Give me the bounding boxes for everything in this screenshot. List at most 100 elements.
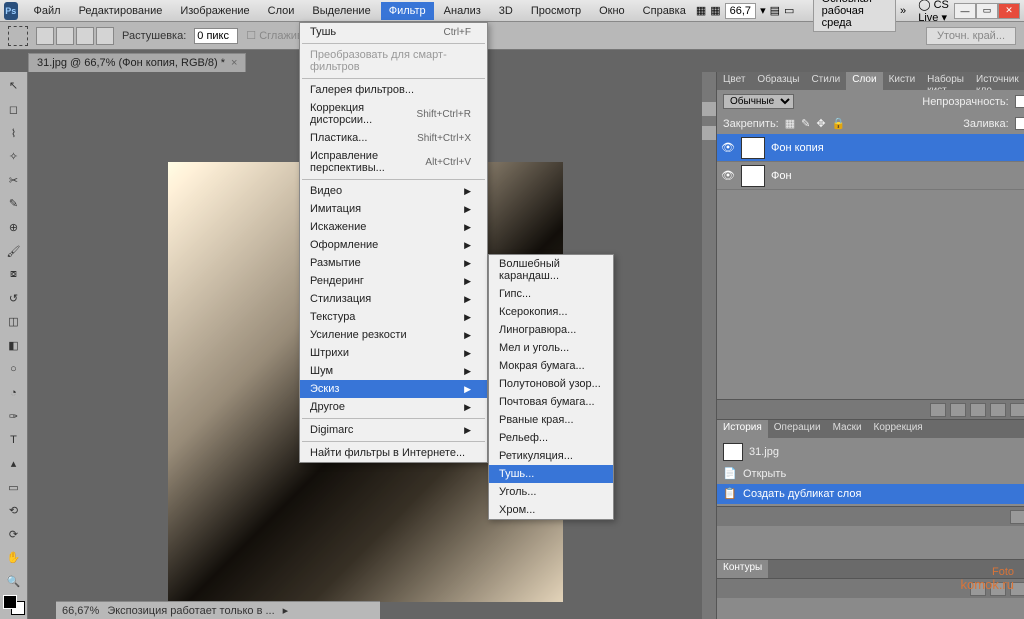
filter-group-blur[interactable]: Размытие▶	[300, 254, 487, 272]
document-tab[interactable]: 31.jpg @ 66,7% (Фон копия, RGB/8) * ×	[28, 53, 246, 72]
3d-camera-icon[interactable]: ⟳	[3, 525, 25, 545]
layer-fx-icon[interactable]	[950, 403, 966, 417]
filter-liquify[interactable]: Пластика...Shift+Ctrl+X	[300, 129, 487, 147]
filter-gallery[interactable]: Галерея фильтров...	[300, 81, 487, 99]
tab-brushes[interactable]: Кисти	[883, 72, 922, 90]
color-swatches[interactable]	[3, 595, 25, 615]
path-select-icon[interactable]: ▴	[3, 454, 25, 474]
sketch-item[interactable]: Гипс...	[489, 285, 613, 303]
layer-row[interactable]: 👁 Фон 🔒	[717, 162, 1024, 190]
zoom-field[interactable]: 66,7	[725, 3, 756, 19]
layer-row[interactable]: 👁 Фон копия	[717, 134, 1024, 162]
lock-all-icon[interactable]: 🔒	[832, 117, 846, 130]
fill-input[interactable]	[1015, 117, 1024, 130]
cslive-button[interactable]: ◯ CS Live ▾	[918, 0, 950, 24]
close-button[interactable]: ✕	[998, 3, 1020, 19]
tab-styles[interactable]: Стили	[805, 72, 846, 90]
tab-history[interactable]: История	[717, 420, 768, 438]
new-doc-from-state-icon[interactable]	[1010, 510, 1024, 524]
menu-layers[interactable]: Слои	[260, 2, 303, 20]
lock-transparent-icon[interactable]: ▦	[785, 117, 795, 130]
filter-convert-smart[interactable]: Преобразовать для смарт-фильтров	[300, 46, 487, 76]
menu-edit[interactable]: Редактирование	[71, 2, 171, 20]
collapsed-panel-icon[interactable]	[702, 126, 716, 140]
screen-mode-icon[interactable]: ▭	[784, 4, 794, 17]
sketch-item-ink[interactable]: Тушь...	[489, 465, 613, 483]
menu-file[interactable]: Файл	[26, 2, 69, 20]
type-tool-icon[interactable]: T	[3, 430, 25, 450]
selection-add-icon[interactable]	[56, 27, 74, 45]
blend-mode-select[interactable]: Обычные	[723, 94, 794, 109]
menu-help[interactable]: Справка	[635, 2, 694, 20]
workspace-switcher[interactable]: Основная рабочая среда	[813, 0, 896, 32]
gradient-tool-icon[interactable]: ◧	[3, 336, 25, 356]
sketch-item[interactable]: Волшебный карандаш...	[489, 255, 613, 285]
filter-group-pixelate[interactable]: Оформление▶	[300, 236, 487, 254]
tab-masks[interactable]: Маски	[827, 420, 868, 438]
filter-group-video[interactable]: Видео▶	[300, 182, 487, 200]
quick-select-tool-icon[interactable]: ✧	[3, 147, 25, 167]
sketch-item[interactable]: Почтовая бумага...	[489, 393, 613, 411]
history-brush-icon[interactable]: ↺	[3, 288, 25, 308]
status-info[interactable]: Экспозиция работает только в ...	[107, 605, 274, 617]
filter-group-brushstrokes[interactable]: Штрихи▶	[300, 344, 487, 362]
brush-tool-icon[interactable]: 🖌	[3, 241, 25, 261]
menu-window[interactable]: Окно	[591, 2, 633, 20]
sketch-item[interactable]: Мокрая бумага...	[489, 357, 613, 375]
selection-subtract-icon[interactable]	[76, 27, 94, 45]
tab-swatches[interactable]: Образцы	[751, 72, 805, 90]
menu-3d[interactable]: 3D	[491, 2, 521, 20]
adjustment-layer-icon[interactable]	[990, 403, 1006, 417]
workspace-more-icon[interactable]: »	[900, 5, 906, 17]
visibility-icon[interactable]: 👁	[721, 141, 735, 155]
feather-input[interactable]	[194, 28, 238, 44]
tab-adjustments[interactable]: Коррекция	[868, 420, 929, 438]
sketch-item[interactable]: Рельеф...	[489, 429, 613, 447]
refine-edge-button[interactable]: Уточн. край...	[926, 27, 1016, 45]
new-group-icon[interactable]	[1010, 403, 1024, 417]
sketch-item[interactable]: Полутоновой узор...	[489, 375, 613, 393]
opacity-input[interactable]	[1015, 95, 1024, 108]
lock-pixels-icon[interactable]: ✎	[801, 117, 810, 130]
3d-tool-icon[interactable]: ⟲	[3, 501, 25, 521]
sketch-item[interactable]: Мел и уголь...	[489, 339, 613, 357]
filter-lens[interactable]: Коррекция дисторсии...Shift+Ctrl+R	[300, 99, 487, 129]
maximize-button[interactable]: ▭	[976, 3, 998, 19]
link-layers-icon[interactable]	[930, 403, 946, 417]
tab-brushpresets[interactable]: Наборы кист	[921, 72, 970, 90]
current-tool-icon[interactable]	[8, 26, 28, 46]
tab-layers[interactable]: Слои	[846, 72, 882, 90]
sketch-item[interactable]: Рваные края...	[489, 411, 613, 429]
visibility-icon[interactable]: 👁	[721, 169, 735, 183]
lasso-tool-icon[interactable]: ⌇	[3, 123, 25, 143]
crop-tool-icon[interactable]: ✂	[3, 170, 25, 190]
history-snapshot[interactable]: 31.jpg	[717, 440, 1024, 464]
close-tab-icon[interactable]: ×	[231, 57, 237, 69]
history-step[interactable]: 📋 Создать дубликат слоя	[717, 484, 1024, 504]
filter-group-noise[interactable]: Шум▶	[300, 362, 487, 380]
pen-tool-icon[interactable]: ✑	[3, 407, 25, 427]
layer-thumb[interactable]	[741, 165, 765, 187]
arrange-icon[interactable]: ▤	[770, 4, 780, 17]
eraser-tool-icon[interactable]: ◫	[3, 312, 25, 332]
menu-view[interactable]: Просмотр	[523, 2, 589, 20]
zoom-tool-icon[interactable]: 🔍	[3, 572, 25, 592]
sketch-item[interactable]: Ксерокопия...	[489, 303, 613, 321]
sketch-item[interactable]: Уголь...	[489, 483, 613, 501]
stamp-tool-icon[interactable]: ⧇	[3, 265, 25, 285]
menu-analysis[interactable]: Анализ	[436, 2, 489, 20]
layer-thumb[interactable]	[741, 137, 765, 159]
layer-name[interactable]: Фон копия	[771, 142, 824, 154]
filter-group-artistic[interactable]: Имитация▶	[300, 200, 487, 218]
eyedropper-tool-icon[interactable]: ✎	[3, 194, 25, 214]
menu-filter[interactable]: Фильтр	[381, 2, 434, 20]
menu-select[interactable]: Выделение	[304, 2, 378, 20]
sketch-item[interactable]: Хром...	[489, 501, 613, 519]
selection-new-icon[interactable]	[36, 27, 54, 45]
launch-bridge-icon[interactable]: ▦	[696, 4, 706, 17]
filter-group-stylize[interactable]: Стилизация▶	[300, 290, 487, 308]
tab-paths[interactable]: Контуры	[717, 560, 768, 578]
filter-group-distort[interactable]: Искажение▶	[300, 218, 487, 236]
sketch-item[interactable]: Ретикуляция...	[489, 447, 613, 465]
lock-position-icon[interactable]: ✥	[816, 117, 825, 130]
